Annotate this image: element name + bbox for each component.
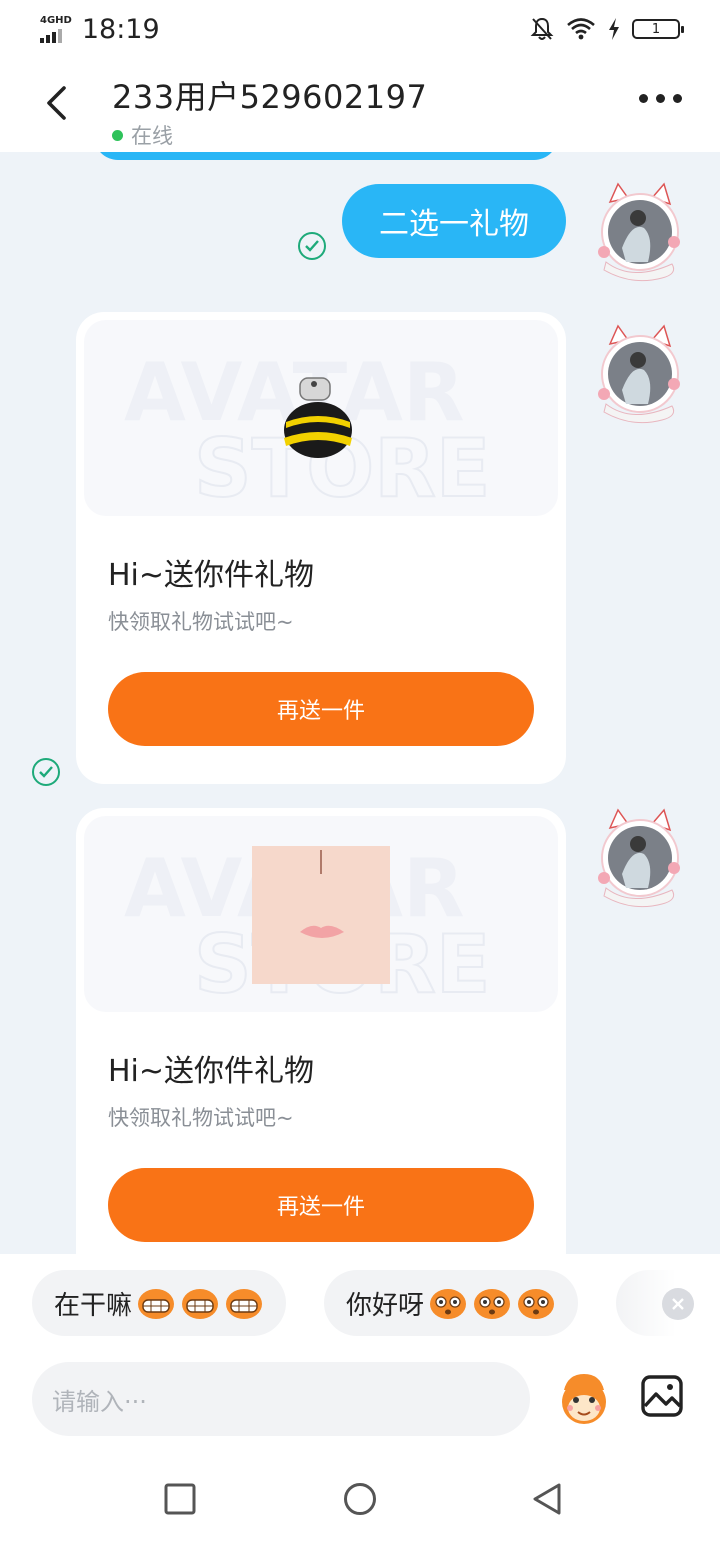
quick-reply-chip[interactable]: 在干嘛 [32,1270,287,1336]
battery-icon: 1 [632,19,684,39]
gift-title: Hi~送你件礼物 [108,558,315,593]
chat-header: 233用户529602197 在线 [0,58,720,152]
gift-card[interactable]: AVATAR STORE Hi~送你件礼物 快领取礼物试试吧~ 再送一件 [76,312,566,784]
online-dot [112,129,123,141]
image-icon[interactable] [640,1374,684,1418]
online-status-label: 在线 [131,124,173,148]
surprised-emoji-icon [474,1289,511,1319]
battery-level: 1 [651,21,661,37]
close-quick-replies-button[interactable] [662,1288,694,1320]
resend-gift-label: 再送一件 [276,699,365,724]
network-type: 4GHD [40,14,72,26]
quick-reply-label: 你好呀 [346,1290,425,1321]
chat-title-block: 233用户529602197 在线 [112,72,427,150]
message-text: 二选一礼物 [379,207,529,242]
more-dot [673,94,682,103]
bee-hat-gift-icon [284,377,352,458]
read-check-icon [298,232,326,260]
gift-subtitle: 快领取礼物试试吧~ [108,1106,294,1130]
grin-emoji-icon [182,1289,219,1319]
text-message-bubble[interactable]: 二选一礼物 [342,184,566,258]
resend-gift-button[interactable]: 再送一件 [108,1168,534,1242]
input-bar: 请输入··· [0,1354,720,1450]
message-input[interactable]: 请输入··· [32,1362,530,1436]
previous-message-bubble [94,152,558,160]
chat-messages[interactable]: 二选一礼物 AVATAR STORE Hi~送你件礼物 快领取礼物试试吧~ 再送… [0,152,720,1254]
user-avatar[interactable] [592,182,686,282]
chevron-left-icon [47,86,66,120]
emoji-face-icon[interactable] [554,1368,614,1428]
grin-emoji-icon [226,1289,263,1319]
read-check-icon [32,758,60,786]
status-time: 18:19 [81,13,160,45]
square-icon[interactable] [163,1482,197,1516]
face-makeup-gift-icon [252,846,390,984]
resend-gift-label: 再送一件 [276,1195,365,1220]
gift-title: Hi~送你件礼物 [108,1054,315,1089]
more-options-button[interactable] [639,94,682,103]
gift-subtitle: 快领取礼物试试吧~ [108,610,294,634]
surprised-emoji-icon [518,1289,555,1319]
gift-card[interactable]: AVATAR STORE Hi~送你件礼物 快领取礼物试试吧~ 再送一件 [76,808,566,1254]
chat-title: 233用户529602197 [112,78,428,116]
quick-replies-bar: 在干嘛 你好呀 [0,1254,720,1354]
wifi-icon [567,18,595,40]
message-input-placeholder: 请输入··· [52,1387,147,1416]
grin-emoji-icon [138,1289,175,1319]
circle-icon[interactable] [343,1482,377,1516]
more-dot [639,94,648,103]
more-dot [656,94,665,103]
close-icon [672,1298,684,1310]
charging-icon [609,18,619,40]
online-status: 在线 [112,120,427,150]
gift-image: AVATAR STORE [84,320,558,516]
triangle-back-icon[interactable] [530,1482,564,1516]
status-bar: 4GHD 18:19 1 [0,0,720,58]
bell-mute-icon [530,17,554,40]
signal-icon: 4GHD [40,14,72,43]
back-button[interactable] [36,78,76,128]
user-avatar[interactable] [592,324,686,424]
quick-reply-chip[interactable]: 你好呀 [324,1270,579,1336]
quick-reply-label: 在干嘛 [54,1290,133,1321]
user-avatar[interactable] [592,808,686,908]
system-nav-bar [0,1450,720,1544]
surprised-emoji-icon [430,1289,467,1319]
resend-gift-button[interactable]: 再送一件 [108,672,534,746]
gift-image: AVATAR STORE [84,816,558,1012]
